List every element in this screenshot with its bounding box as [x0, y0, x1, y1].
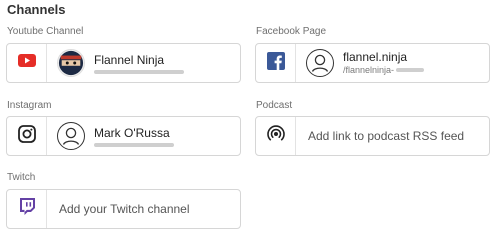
youtube-info: Flannel Ninja: [94, 53, 184, 74]
facebook-page-card[interactable]: flannel.ninja /flannelninja-: [255, 43, 490, 83]
facebook-icon-cell: [256, 44, 296, 82]
facebook-info: flannel.ninja /flannelninja-: [343, 50, 425, 76]
instagram-icon: [17, 124, 36, 148]
instagram-label: Instagram: [7, 100, 52, 111]
podcast-rss-placeholder: Add link to podcast RSS feed: [308, 129, 465, 143]
youtube-redacted-line: [94, 69, 184, 74]
facebook-label: Facebook Page: [256, 26, 327, 37]
instagram-icon-cell: [7, 117, 47, 155]
youtube-channel-name: Flannel Ninja: [94, 52, 165, 67]
podcast-icon-cell: [256, 117, 296, 155]
facebook-icon: [266, 51, 285, 75]
podcast-icon: [266, 124, 286, 149]
podcast-label: Podcast: [256, 100, 293, 111]
facebook-handle-row: /flannelninja-: [343, 64, 425, 76]
twitch-icon-cell: [7, 190, 47, 228]
facebook-avatar: [306, 49, 334, 77]
facebook-page-name: flannel.ninja: [343, 50, 408, 64]
youtube-avatar: [57, 49, 85, 77]
section-title: Channels: [7, 2, 66, 17]
instagram-account-name: Mark O'Russa: [94, 125, 170, 140]
twitch-icon: [18, 197, 36, 221]
instagram-info: Mark O'Russa: [94, 126, 174, 147]
instagram-avatar: [57, 122, 85, 150]
podcast-card[interactable]: Add link to podcast RSS feed: [255, 116, 490, 156]
facebook-redacted-line: [396, 68, 425, 72]
instagram-card[interactable]: Mark O'Russa: [6, 116, 241, 156]
youtube-channel-card[interactable]: Flannel Ninja: [6, 43, 241, 83]
youtube-icon: [17, 54, 36, 72]
instagram-redacted-line: [94, 142, 174, 147]
facebook-handle: /flannelninja-: [343, 65, 395, 75]
twitch-label: Twitch: [7, 172, 36, 183]
twitch-card[interactable]: Add your Twitch channel: [6, 189, 241, 229]
youtube-label: Youtube Channel: [7, 26, 84, 37]
twitch-channel-placeholder: Add your Twitch channel: [59, 202, 190, 216]
youtube-icon-cell: [7, 44, 47, 82]
